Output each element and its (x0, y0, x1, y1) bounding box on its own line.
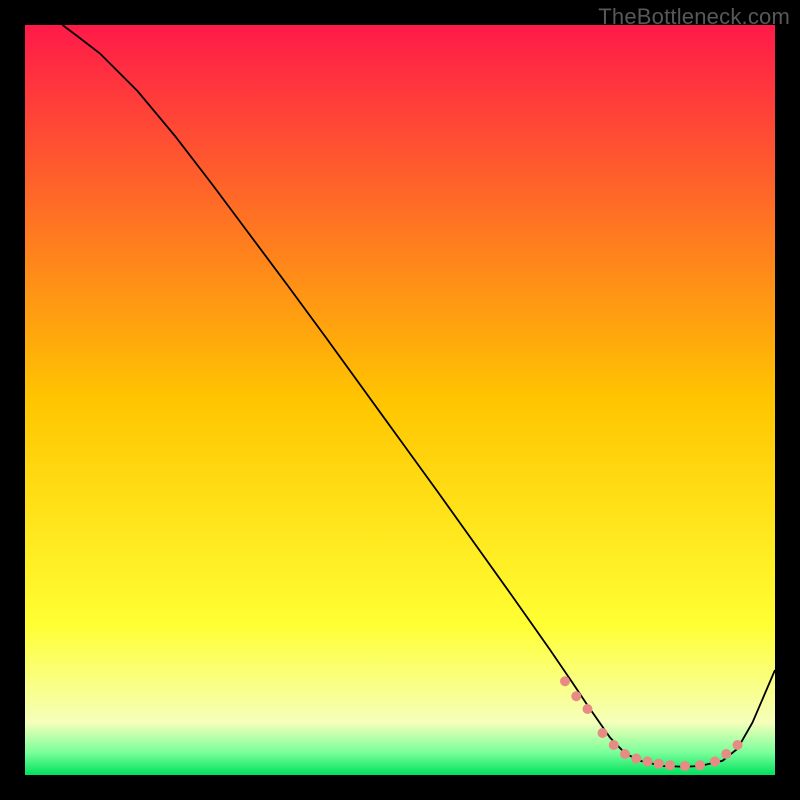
marker-dot (680, 761, 690, 771)
marker-dot (710, 757, 720, 767)
chart-container (25, 25, 775, 775)
marker-dot (654, 759, 664, 769)
marker-dot (631, 754, 641, 764)
marker-dot (695, 760, 705, 770)
watermark-text: TheBottleneck.com (598, 4, 790, 30)
marker-dot (560, 676, 570, 686)
gradient-background (25, 25, 775, 775)
marker-dot (620, 749, 630, 759)
chart-svg (25, 25, 775, 775)
marker-dot (609, 740, 619, 750)
marker-dot (643, 757, 653, 767)
marker-dot (721, 749, 731, 759)
marker-dot (733, 740, 743, 750)
marker-dot (583, 704, 593, 714)
marker-dot (665, 760, 675, 770)
marker-dot (571, 691, 581, 701)
marker-dot (598, 728, 608, 738)
